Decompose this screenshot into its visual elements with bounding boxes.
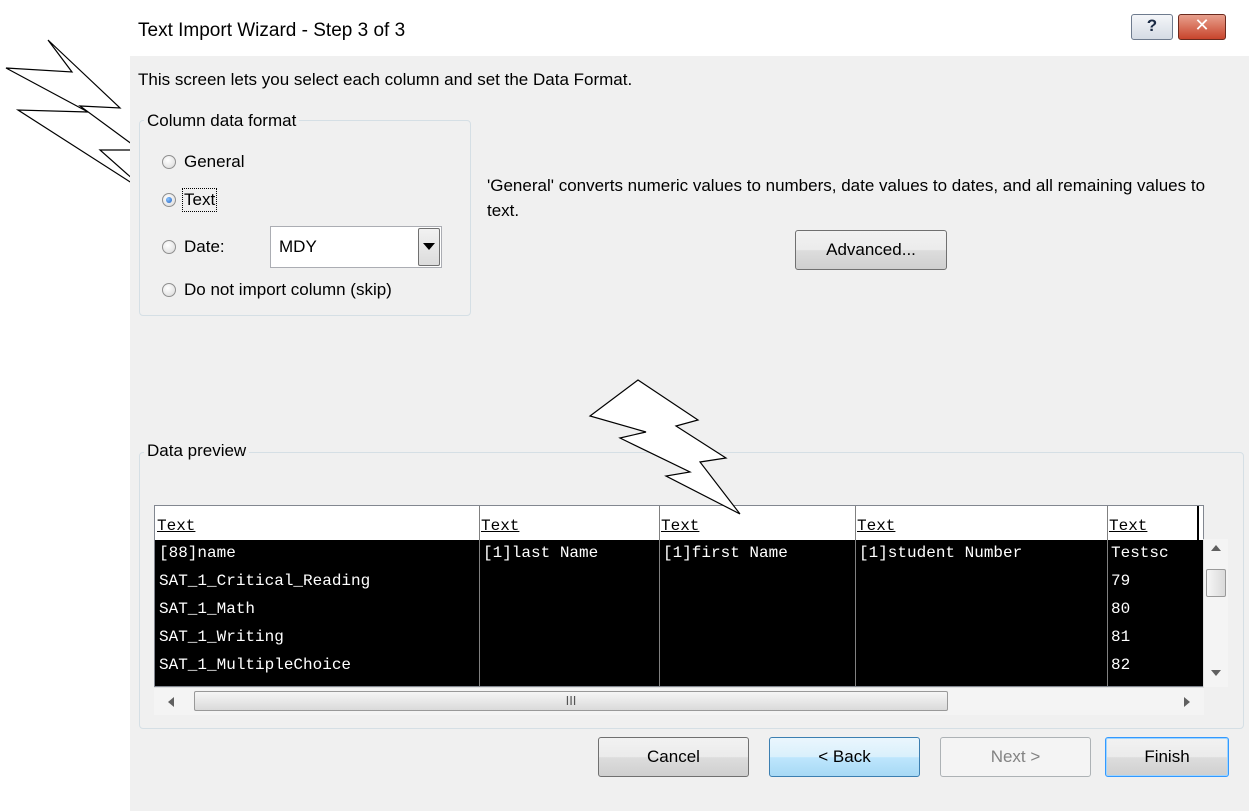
table-cell: 82 [1111, 656, 1131, 674]
horizontal-scrollbar[interactable]: III [154, 687, 1204, 715]
date-format-value: MDY [279, 237, 317, 256]
radio-date-label: Date: [184, 237, 225, 256]
radio-general-label: General [184, 152, 245, 171]
table-cell: SAT_1_Writing [159, 628, 284, 646]
advanced-button[interactable]: Advanced... [795, 230, 947, 270]
scroll-down-icon[interactable] [1211, 670, 1221, 676]
radio-button-icon[interactable] [162, 283, 176, 297]
column-divider [479, 506, 480, 686]
radio-text-label: Text [181, 188, 218, 212]
column-header[interactable]: Text [481, 517, 519, 535]
instructions-text: This screen lets you select each column … [138, 70, 633, 89]
column-divider [1197, 506, 1199, 686]
lightning-bolt-annotation-icon [588, 379, 741, 515]
table-cell: 81 [1111, 628, 1131, 646]
vertical-scrollbar[interactable] [1203, 539, 1228, 687]
preview-body: [88]name [1]last Name [1]first Name [1]s… [155, 540, 1203, 686]
scroll-left-icon[interactable] [168, 697, 174, 707]
cancel-button[interactable]: Cancel [598, 737, 749, 777]
radio-skip-label: Do not import column (skip) [184, 280, 392, 299]
scroll-thumb[interactable] [1206, 569, 1226, 597]
table-row: SAT_1_MultipleChoice 82 [155, 652, 1203, 680]
next-button[interactable]: Next > [940, 737, 1091, 777]
scroll-up-icon[interactable] [1211, 545, 1221, 551]
table-cell: Testsc [1111, 544, 1169, 562]
close-icon: ✕ [1194, 15, 1210, 35]
column-divider [1107, 506, 1108, 686]
table-cell: 79 [1111, 572, 1131, 590]
table-row: SAT_1_Math 80 [155, 596, 1203, 624]
radio-button-icon[interactable] [162, 155, 176, 169]
window-title: Text Import Wizard - Step 3 of 3 [138, 20, 406, 41]
column-header[interactable]: Text [857, 517, 895, 535]
column-header[interactable]: Text [1109, 517, 1147, 535]
scroll-thumb[interactable]: III [194, 691, 948, 711]
back-button[interactable]: < Back [769, 737, 920, 777]
title-bar: Text Import Wizard - Step 3 of 3 ? ✕ [130, 0, 1249, 56]
column-divider [855, 506, 856, 686]
radio-button-icon[interactable] [162, 240, 176, 254]
column-divider [659, 506, 660, 686]
grip-icon: III [565, 693, 577, 708]
table-cell: [88]name [159, 544, 236, 562]
help-button[interactable]: ? [1131, 14, 1173, 40]
data-preview-legend: Data preview [144, 441, 250, 461]
table-cell: SAT_1_MultipleChoice [159, 656, 352, 674]
table-cell: SAT_1_Critical_Reading [159, 572, 371, 590]
table-row: [88]name [1]last Name [1]first Name [1]s… [155, 540, 1203, 568]
table-row: SAT_1_Writing 81 [155, 624, 1203, 652]
column-data-format-legend: Column data format [144, 111, 300, 131]
data-preview-grid[interactable]: Text Text Text Text Text [88]name [1]las… [154, 505, 1204, 687]
finish-button[interactable]: Finish [1105, 737, 1229, 777]
table-cell: 80 [1111, 600, 1131, 618]
help-icon: ? [1146, 16, 1158, 35]
table-row: SAT_1_Critical_Reading 79 [155, 568, 1203, 596]
close-button[interactable]: ✕ [1178, 14, 1226, 40]
format-description: 'General' converts numeric values to num… [487, 176, 1206, 220]
table-cell: [1]last Name [483, 544, 599, 562]
radio-button-selected-icon[interactable] [162, 193, 176, 207]
table-cell: [1]student Number [859, 544, 1023, 562]
scroll-right-icon[interactable] [1184, 697, 1190, 707]
column-header[interactable]: Text [157, 517, 195, 535]
dropdown-button[interactable] [418, 228, 440, 266]
date-format-select[interactable]: MDY [270, 226, 442, 268]
chevron-down-icon [423, 243, 435, 250]
table-cell: [1]first Name [663, 544, 788, 562]
table-cell: SAT_1_Math [159, 600, 256, 618]
